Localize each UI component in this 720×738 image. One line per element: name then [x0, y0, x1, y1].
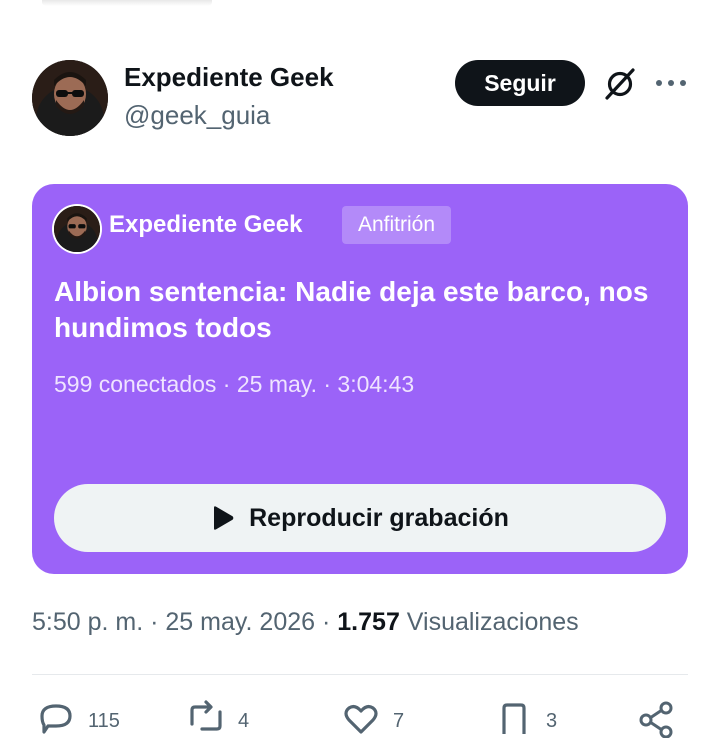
space-duration: 3:04:43: [337, 371, 415, 397]
space-meta: 599 conectados · 25 may. · 3:04:43: [54, 371, 414, 398]
meta-separator: ·: [323, 371, 332, 397]
reply-count: 115: [88, 710, 120, 732]
heart-icon: [344, 704, 378, 734]
author-handle[interactable]: @geek_guia: [124, 100, 270, 131]
space-host-name: Expediente Geek: [109, 211, 303, 238]
meta-separator: ·: [322, 608, 331, 636]
space-listeners: 599 conectados: [54, 371, 217, 397]
action-bar: 115 4 7 3: [32, 698, 688, 738]
reply-action[interactable]: 115: [32, 698, 120, 738]
like-count: 7: [393, 710, 405, 732]
repost-action[interactable]: 4: [182, 698, 249, 738]
post-time[interactable]: 5:50 p. m.: [32, 608, 143, 636]
reply-icon: [40, 704, 72, 734]
post-date[interactable]: 25 may. 2026: [165, 608, 315, 636]
follow-button[interactable]: Seguir: [455, 60, 585, 106]
meta-separator: ·: [222, 371, 231, 397]
grok-icon[interactable]: [602, 66, 638, 102]
repost-icon: [190, 700, 222, 731]
share-action[interactable]: [632, 698, 680, 738]
like-action[interactable]: 7: [337, 698, 404, 738]
space-card[interactable]: Expediente Geek Anfitrión Albion sentenc…: [32, 184, 688, 574]
bookmark-icon: [502, 703, 526, 734]
author-display-name[interactable]: Expediente Geek: [124, 62, 334, 93]
host-badge: Anfitrión: [342, 206, 452, 244]
play-icon: [214, 506, 234, 530]
space-date: 25 may.: [236, 371, 317, 397]
views-label: Visualizaciones: [406, 608, 579, 636]
post-timestamp-line: 5:50 p. m. · 25 may. 2026 · 1.757 Visual…: [32, 608, 579, 637]
meta-separator: ·: [150, 608, 159, 636]
bookmark-action[interactable]: 3: [490, 698, 557, 738]
divider: [32, 674, 688, 675]
play-recording-button[interactable]: Reproducir grabación: [54, 484, 666, 552]
author-avatar[interactable]: [32, 60, 108, 136]
more-icon[interactable]: [654, 70, 688, 96]
space-title: Albion sentencia: Nadie deja este barco,…: [54, 276, 649, 343]
repost-count: 4: [238, 710, 250, 732]
views-count: 1.757: [337, 608, 400, 636]
share-icon: [639, 701, 673, 738]
previous-content-edge: [42, 0, 212, 6]
bookmark-count: 3: [546, 710, 558, 732]
host-avatar: [54, 206, 100, 252]
play-recording-label: Reproducir grabación: [249, 503, 509, 532]
